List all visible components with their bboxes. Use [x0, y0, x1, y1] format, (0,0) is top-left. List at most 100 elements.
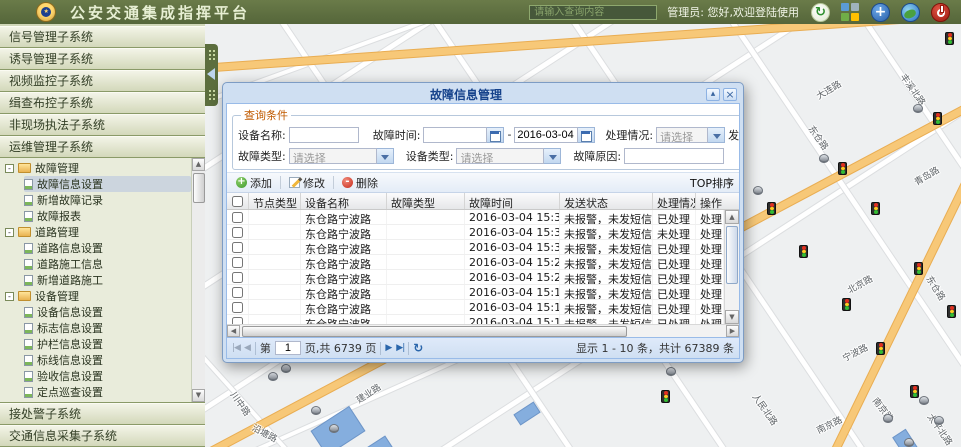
tree-scrollbar[interactable]: ▲ ▼ — [191, 158, 205, 402]
collapse-toggle-icon[interactable] — [5, 164, 14, 173]
sidebar-item-signal[interactable]: 信号管理子系统 — [0, 26, 205, 48]
traffic-light-marker[interactable] — [799, 245, 808, 258]
traffic-light-marker[interactable] — [842, 298, 851, 311]
traffic-light-marker[interactable] — [933, 112, 942, 125]
first-page-button[interactable] — [232, 343, 240, 353]
traffic-light-marker[interactable] — [947, 305, 956, 318]
tree-folder-device[interactable]: 设备管理 — [5, 288, 191, 304]
col-fault-time[interactable]: 故障时间 — [465, 193, 560, 209]
grid-horizontal-scrollbar[interactable]: ◀ ▶ — [227, 324, 739, 337]
sidebar-item-dispatch[interactable]: 接处警子系统 — [0, 403, 205, 425]
traffic-light-marker[interactable] — [661, 390, 670, 403]
traffic-light-marker[interactable] — [945, 32, 954, 45]
tree-item-server-network[interactable]: 服务器网络信息 — [24, 400, 191, 403]
col-send-status[interactable]: 发送状态 — [560, 193, 653, 209]
device-type-select[interactable]: 请选择 — [456, 148, 561, 164]
fault-reason-input[interactable] — [624, 148, 724, 164]
traffic-light-marker[interactable] — [767, 202, 776, 215]
camera-marker[interactable] — [268, 372, 278, 381]
camera-marker[interactable] — [753, 186, 763, 195]
table-row[interactable]: 东仓路宁波路 2016-03-04 15:30:00未报警，未发短信 未处理处理 — [227, 225, 739, 240]
scroll-up-icon[interactable]: ▲ — [725, 210, 739, 224]
page-number-input[interactable] — [275, 341, 301, 355]
scroll-down-icon[interactable]: ▼ — [192, 389, 205, 402]
row-checkbox[interactable] — [232, 302, 243, 313]
handle-status-select[interactable]: 请选择 — [656, 127, 725, 143]
scroll-down-icon[interactable]: ▼ — [725, 310, 739, 324]
traffic-light-marker[interactable] — [914, 262, 923, 275]
scroll-up-icon[interactable]: ▲ — [192, 158, 205, 171]
chevron-down-icon[interactable] — [708, 127, 725, 143]
row-checkbox[interactable] — [232, 257, 243, 268]
row-checkbox[interactable] — [232, 227, 243, 238]
camera-marker[interactable] — [883, 414, 893, 423]
tree-item-sign-info[interactable]: 标志信息设置 — [24, 320, 191, 336]
tree-folder-road[interactable]: 道路管理 — [5, 224, 191, 240]
prev-page-button[interactable] — [244, 343, 251, 353]
sidebar-item-maintenance[interactable]: 运维管理子系统 — [0, 136, 205, 158]
tree-item-fault-report[interactable]: 故障报表 — [24, 208, 191, 224]
table-row[interactable]: 东仓路宁波路 2016-03-04 15:30:00未报警，未发短信 已处理处理 — [227, 240, 739, 255]
tree-item-fault-info-setting[interactable]: 故障信息设置 — [24, 176, 191, 192]
close-window-icon[interactable] — [723, 88, 737, 101]
tree-item-acceptance-info[interactable]: 验收信息设置 — [24, 368, 191, 384]
apps-grid-icon[interactable] — [841, 3, 860, 22]
collapse-window-icon[interactable] — [706, 88, 720, 101]
tree-item-road-info[interactable]: 道路信息设置 — [24, 240, 191, 256]
camera-marker[interactable] — [904, 438, 914, 447]
collapse-toggle-icon[interactable] — [5, 292, 14, 301]
table-row[interactable]: 东仓路宁波路 2016-03-04 15:30:00未报警，未发短信 已处理处理 — [227, 210, 739, 225]
row-checkbox[interactable] — [232, 272, 243, 283]
chevron-down-icon[interactable] — [544, 148, 561, 164]
col-device-name[interactable]: 设备名称 — [301, 193, 387, 209]
scroll-left-icon[interactable]: ◀ — [227, 325, 240, 337]
tree-item-new-road-construction[interactable]: 新增道路施工 — [24, 272, 191, 288]
camera-marker[interactable] — [913, 104, 923, 113]
camera-marker[interactable] — [819, 154, 829, 163]
sidebar-item-enforcement[interactable]: 非现场执法子系统 — [0, 114, 205, 136]
calendar-icon[interactable] — [487, 127, 504, 143]
last-page-button[interactable] — [396, 343, 404, 353]
tree-folder-fault[interactable]: 故障管理 — [5, 160, 191, 176]
window-titlebar[interactable]: 故障信息管理 — [226, 85, 740, 103]
scroll-right-icon[interactable]: ▶ — [726, 325, 739, 337]
calendar-icon[interactable] — [578, 127, 595, 143]
camera-marker[interactable] — [919, 396, 929, 405]
add-icon[interactable]: + — [871, 3, 890, 22]
map-canvas[interactable]: 大连路 丰溪北路 东仓路 青岛路 北京路 东仓路 宁波路 人民北路 南京路 南京… — [205, 24, 961, 447]
handle-link[interactable]: 处理 — [696, 225, 724, 239]
camera-marker[interactable] — [934, 416, 944, 425]
tree-item-device-info[interactable]: 设备信息设置 — [24, 304, 191, 320]
next-page-button[interactable] — [385, 343, 392, 353]
camera-marker[interactable] — [311, 406, 321, 415]
sidebar-item-traffic-collection[interactable]: 交通信息采集子系统 — [0, 425, 205, 447]
chevron-down-icon[interactable] — [377, 148, 394, 164]
collapse-toggle-icon[interactable] — [5, 228, 14, 237]
traffic-light-marker[interactable] — [871, 202, 880, 215]
camera-marker[interactable] — [666, 367, 676, 376]
top-sort-label[interactable]: TOP排序 — [690, 175, 734, 191]
camera-marker[interactable] — [281, 364, 291, 373]
device-name-input[interactable] — [289, 127, 359, 143]
fault-type-select[interactable]: 请选择 — [289, 148, 394, 164]
row-checkbox[interactable] — [232, 242, 243, 253]
tree-item-guardrail-info[interactable]: 护栏信息设置 — [24, 336, 191, 352]
traffic-light-marker[interactable] — [876, 342, 885, 355]
scrollbar-thumb[interactable] — [242, 326, 627, 337]
col-node-type[interactable]: 节点类型 — [249, 193, 301, 209]
col-fault-type[interactable]: 故障类型 — [387, 193, 465, 209]
tree-item-marking-info[interactable]: 标线信息设置 — [24, 352, 191, 368]
table-row[interactable]: 东仓路宁波路 2016-03-04 15:22:50未报警，未发短信 已处理处理 — [227, 270, 739, 285]
refresh-grid-icon[interactable] — [413, 341, 423, 355]
sidebar-item-guidance[interactable]: 诱导管理子系统 — [0, 48, 205, 70]
table-row[interactable]: 东仓路宁波路 2016-03-04 15:17:01未报警，未发短信 已处理处理 — [227, 315, 739, 324]
col-action[interactable]: 操作 — [696, 193, 724, 209]
row-checkbox[interactable] — [232, 287, 243, 298]
refresh-icon[interactable]: ↻ — [811, 3, 830, 22]
power-logout-icon[interactable] — [931, 3, 950, 22]
select-all-checkbox[interactable] — [232, 196, 243, 207]
col-handle-status[interactable]: 处理情况 — [653, 193, 696, 209]
camera-marker[interactable] — [329, 424, 339, 433]
add-button[interactable]: +添加 — [232, 174, 276, 192]
sidebar-item-video[interactable]: 视频监控子系统 — [0, 70, 205, 92]
